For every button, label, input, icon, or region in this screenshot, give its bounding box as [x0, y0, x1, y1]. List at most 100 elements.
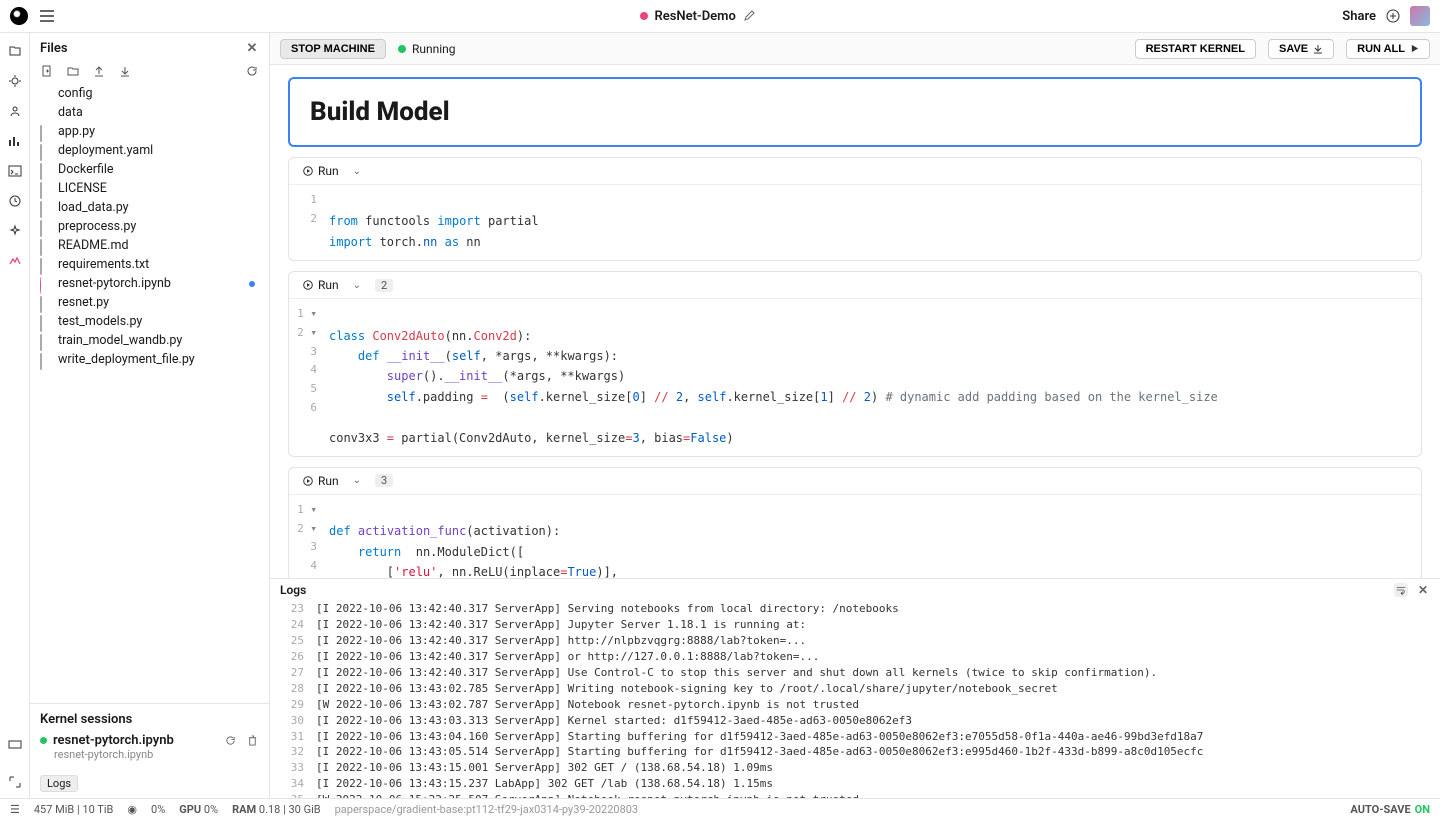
- logs-tag[interactable]: Logs: [40, 775, 78, 792]
- cell-menu-chevron-icon[interactable]: ⌄: [353, 280, 361, 291]
- menu-icon[interactable]: [40, 9, 54, 23]
- file-row[interactable]: train_model_wandb.py: [36, 331, 263, 350]
- code-block[interactable]: 1 2from functools import partial import …: [289, 185, 1421, 260]
- cell-menu-chevron-icon[interactable]: ⌄: [353, 475, 361, 486]
- file-name: requirements.txt: [58, 257, 149, 272]
- gpu-label: GPU: [179, 803, 201, 816]
- file-row[interactable]: app.py: [36, 122, 263, 141]
- avatar[interactable]: [1410, 6, 1430, 26]
- file-name: preprocess.py: [58, 219, 136, 234]
- files-icon[interactable]: [7, 43, 23, 59]
- disk-icon: ☰: [10, 803, 20, 816]
- file-row[interactable]: Dockerfile: [36, 160, 263, 179]
- file-name: test_models.py: [58, 314, 142, 329]
- gpu-usage: 0%: [204, 803, 218, 816]
- file-name: Dockerfile: [58, 162, 114, 177]
- upload-icon[interactable]: [92, 64, 106, 78]
- logs-close-icon[interactable]: ✕: [1416, 583, 1430, 597]
- log-line: 31[I 2022-10-06 13:43:04.160 ServerApp] …: [280, 729, 1430, 745]
- logs-panel: Logs ✕ 23[I 2022-10-06 13:42:40.317 Serv…: [270, 578, 1440, 798]
- app-logo[interactable]: [10, 7, 28, 25]
- log-line: 23[I 2022-10-06 13:42:40.317 ServerApp] …: [280, 601, 1430, 617]
- kernel-name[interactable]: resnet-pytorch.ipynb: [53, 733, 174, 748]
- share-button[interactable]: Share: [1342, 9, 1376, 24]
- file-row[interactable]: requirements.txt: [36, 255, 263, 274]
- log-line: 30[I 2022-10-06 13:43:03.313 ServerApp] …: [280, 713, 1430, 729]
- run-cell-button[interactable]: Run: [297, 472, 345, 490]
- log-line: 26[I 2022-10-06 13:42:40.317 ServerApp] …: [280, 649, 1430, 665]
- file-list: config data app.py deployment.yaml Dockerfil…: [30, 84, 269, 703]
- share-icon[interactable]: [1386, 9, 1400, 23]
- file-name: resnet-pytorch.ipynb: [58, 276, 171, 291]
- close-panel-icon[interactable]: ✕: [245, 42, 259, 56]
- restart-kernel-button[interactable]: RESTART KERNEL: [1135, 39, 1256, 59]
- files-title: Files: [40, 41, 68, 56]
- kernel-refresh-icon[interactable]: [223, 734, 237, 748]
- clock-icon[interactable]: [7, 193, 23, 209]
- code-cell-1[interactable]: Run ⌄ 1 2from functools import partial i…: [288, 157, 1422, 261]
- exec-count: 2: [375, 279, 393, 292]
- logs-body[interactable]: 23[I 2022-10-06 13:42:40.317 ServerApp] …: [270, 601, 1440, 798]
- notebook-scroll[interactable]: Build Model Run ⌄ 1 2from functools impo…: [270, 65, 1440, 578]
- download-icon[interactable]: [118, 64, 132, 78]
- md-heading: Build Model: [310, 97, 1400, 127]
- file-row[interactable]: resnet-pytorch.ipynb: [36, 274, 263, 293]
- keyboard-icon[interactable]: [7, 736, 23, 752]
- chart-icon[interactable]: [7, 133, 23, 149]
- project-color-dot: [640, 12, 648, 20]
- wandb-icon[interactable]: [7, 253, 23, 269]
- file-row[interactable]: preprocess.py: [36, 217, 263, 236]
- run-all-button[interactable]: RUN ALL: [1346, 39, 1430, 59]
- image-name: paperspace/gradient-base:pt112-tf29-jax0…: [335, 803, 639, 816]
- log-line: 29[W 2022-10-06 13:43:02.787 ServerApp] …: [280, 697, 1430, 713]
- settings-icon[interactable]: [7, 73, 23, 89]
- running-label: Running: [412, 42, 456, 56]
- project-title: ResNet-Demo: [654, 9, 735, 24]
- log-line: 32[I 2022-10-06 13:43:05.514 ServerApp] …: [280, 744, 1430, 760]
- topbar: ResNet-Demo Share: [0, 0, 1440, 33]
- person-icon[interactable]: [7, 103, 23, 119]
- code-block[interactable]: 1 ▾ 2 ▾ 3 4 5 6 7def activation_func(act…: [289, 495, 1421, 578]
- new-folder-icon[interactable]: [66, 64, 80, 78]
- file-row[interactable]: test_models.py: [36, 312, 263, 331]
- stop-machine-button[interactable]: STOP MACHINE: [280, 39, 386, 59]
- code-cell-2[interactable]: Run ⌄ 2 1 ▾ 2 ▾ 3 4 5 6class Conv2dAuto(…: [288, 271, 1422, 457]
- file-row[interactable]: write_deployment_file.py: [36, 350, 263, 369]
- autosave-state[interactable]: ON: [1415, 803, 1430, 816]
- log-line: 24[I 2022-10-06 13:42:40.317 ServerApp] …: [280, 617, 1430, 633]
- code-cell-3[interactable]: Run ⌄ 3 1 ▾ 2 ▾ 3 4 5 6 7def activation_…: [288, 467, 1422, 578]
- kernel-delete-icon[interactable]: [245, 734, 259, 748]
- logs-title: Logs: [280, 583, 306, 597]
- save-button[interactable]: SAVE: [1268, 39, 1334, 59]
- file-row[interactable]: config: [36, 84, 263, 103]
- cell-menu-chevron-icon[interactable]: ⌄: [353, 166, 361, 177]
- file-name: deployment.yaml: [58, 143, 153, 158]
- modified-dot-icon: [249, 281, 255, 287]
- file-name: resnet.py: [58, 295, 109, 310]
- file-row[interactable]: data: [36, 103, 263, 122]
- file-row[interactable]: LICENSE: [36, 179, 263, 198]
- file-row[interactable]: README.md: [36, 236, 263, 255]
- markdown-cell[interactable]: Build Model: [288, 77, 1422, 147]
- logs-wrap-icon[interactable]: [1394, 583, 1408, 597]
- sparkle-icon[interactable]: [7, 223, 23, 239]
- file-row[interactable]: deployment.yaml: [36, 141, 263, 160]
- machine-status: Running: [398, 42, 456, 56]
- refresh-icon[interactable]: [245, 64, 259, 78]
- file-row[interactable]: load_data.py: [36, 198, 263, 217]
- ram-usage: 0.18 | 30 GiB: [259, 803, 321, 816]
- run-cell-button[interactable]: Run: [297, 276, 345, 294]
- edit-title-icon[interactable]: [742, 9, 756, 23]
- kernel-status-dot: [40, 737, 47, 744]
- cpu-usage: 0%: [151, 803, 165, 816]
- code-block[interactable]: 1 ▾ 2 ▾ 3 4 5 6class Conv2dAuto(nn.Conv2…: [289, 299, 1421, 456]
- new-file-icon[interactable]: [40, 64, 54, 78]
- file-name: load_data.py: [58, 200, 129, 215]
- run-cell-button[interactable]: Run: [297, 162, 345, 180]
- file-name: data: [58, 105, 83, 120]
- terminal-icon[interactable]: [7, 163, 23, 179]
- file-row[interactable]: resnet.py: [36, 293, 263, 312]
- ram-label: RAM: [232, 803, 256, 816]
- log-line: 33[I 2022-10-06 13:43:15.001 ServerApp] …: [280, 760, 1430, 776]
- expand-icon[interactable]: [7, 774, 23, 790]
